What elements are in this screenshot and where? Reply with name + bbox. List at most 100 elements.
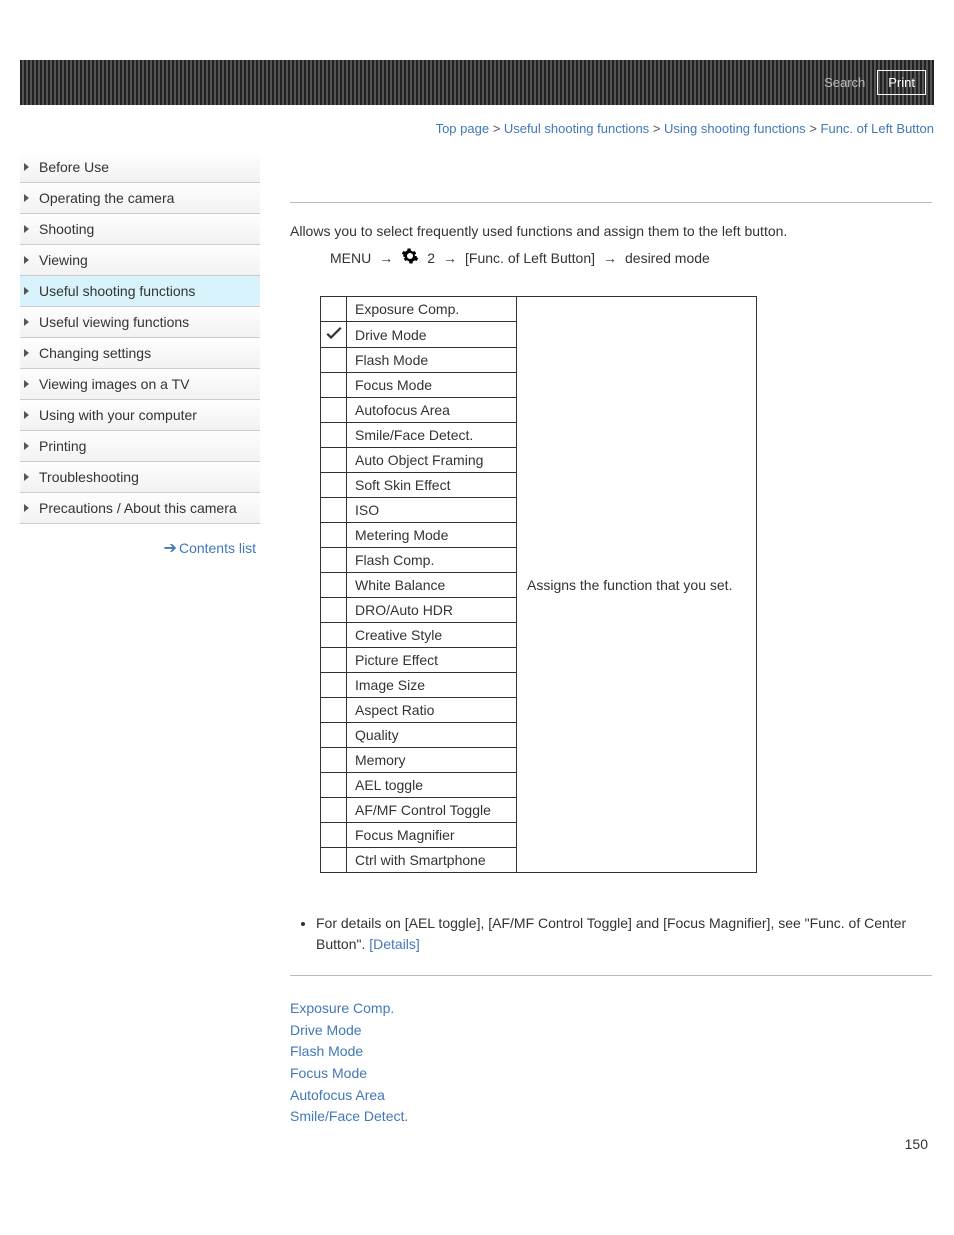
triangle-icon: [24, 287, 29, 295]
check-cell: [321, 648, 347, 673]
sidebar-item-label: Before Use: [39, 159, 109, 175]
sidebar-item-label: Changing settings: [39, 345, 151, 361]
note-item: For details on [AEL toggle], [AF/MF Cont…: [316, 913, 932, 955]
related-link[interactable]: Autofocus Area: [290, 1085, 932, 1107]
function-cell: Focus Magnifier: [347, 823, 517, 848]
sidebar-item-label: Printing: [39, 438, 86, 454]
page-number: 150: [290, 1136, 932, 1152]
menu-label: MENU: [330, 250, 371, 266]
function-cell: Memory: [347, 748, 517, 773]
check-cell: [321, 673, 347, 698]
breadcrumb-current[interactable]: Func. of Left Button: [821, 121, 934, 136]
sidebar: Before Use Operating the camera Shooting Vi…: [0, 146, 260, 1152]
check-cell: [321, 823, 347, 848]
sidebar-item[interactable]: Changing settings: [20, 338, 260, 369]
function-cell: ISO: [347, 498, 517, 523]
arrow-right-icon: ➔: [164, 540, 177, 557]
gear-page-num: 2: [427, 250, 435, 266]
check-cell: [321, 723, 347, 748]
check-cell: [321, 398, 347, 423]
breadcrumb-section[interactable]: Useful shooting functions: [504, 121, 649, 136]
sidebar-item[interactable]: Before Use: [20, 152, 260, 183]
function-cell: Ctrl with Smartphone: [347, 848, 517, 873]
sidebar-item-label: Operating the camera: [39, 190, 174, 206]
related-links: Exposure Comp.Drive ModeFlash ModeFocus …: [290, 998, 932, 1128]
divider: [290, 975, 932, 976]
contents-list-link[interactable]: Contents list: [179, 540, 256, 556]
breadcrumb-subsection[interactable]: Using shooting functions: [664, 121, 806, 136]
triangle-icon: [24, 256, 29, 264]
function-cell: Picture Effect: [347, 648, 517, 673]
print-button[interactable]: Print: [877, 70, 926, 95]
function-cell: Exposure Comp.: [347, 297, 517, 322]
related-link[interactable]: Smile/Face Detect.: [290, 1106, 932, 1128]
check-cell: [321, 423, 347, 448]
related-link[interactable]: Drive Mode: [290, 1020, 932, 1042]
arrow-icon: →: [379, 250, 393, 266]
sidebar-item[interactable]: Viewing images on a TV: [20, 369, 260, 400]
breadcrumb-top[interactable]: Top page: [436, 121, 490, 136]
check-cell: [321, 573, 347, 598]
table-row: Exposure Comp.Assigns the function that …: [321, 297, 757, 322]
check-cell: [321, 348, 347, 373]
triangle-icon: [24, 411, 29, 419]
function-cell: Metering Mode: [347, 523, 517, 548]
sidebar-item-label: Using with your computer: [39, 407, 197, 423]
check-cell: [321, 297, 347, 322]
sidebar-item[interactable]: Operating the camera: [20, 183, 260, 214]
mode-table: Exposure Comp.Assigns the function that …: [320, 296, 757, 873]
function-cell: Focus Mode: [347, 373, 517, 398]
triangle-icon: [24, 473, 29, 481]
related-link[interactable]: Exposure Comp.: [290, 998, 932, 1020]
triangle-icon: [24, 504, 29, 512]
search-link[interactable]: Search: [824, 75, 865, 90]
check-cell: [321, 498, 347, 523]
triangle-icon: [24, 349, 29, 357]
function-cell: AEL toggle: [347, 773, 517, 798]
related-link[interactable]: Focus Mode: [290, 1063, 932, 1085]
check-icon: [324, 324, 344, 342]
triangle-icon: [24, 225, 29, 233]
function-cell: Quality: [347, 723, 517, 748]
function-cell: Creative Style: [347, 623, 517, 648]
sidebar-item[interactable]: Useful shooting functions: [20, 276, 260, 307]
arrow-icon: →: [603, 250, 617, 266]
details-link[interactable]: [Details]: [369, 936, 420, 952]
related-link[interactable]: Flash Mode: [290, 1041, 932, 1063]
sidebar-item[interactable]: Shooting: [20, 214, 260, 245]
breadcrumb: Top page > Useful shooting functions > U…: [0, 121, 934, 136]
triangle-icon: [24, 380, 29, 388]
check-cell: [321, 623, 347, 648]
function-cell: Auto Object Framing: [347, 448, 517, 473]
sidebar-item[interactable]: Precautions / About this camera: [20, 493, 260, 524]
check-cell: [321, 773, 347, 798]
function-cell: Soft Skin Effect: [347, 473, 517, 498]
gear-icon: [401, 247, 419, 268]
sidebar-item[interactable]: Viewing: [20, 245, 260, 276]
check-cell: [321, 748, 347, 773]
menu-step2: desired mode: [625, 250, 710, 266]
triangle-icon: [24, 442, 29, 450]
function-cell: Flash Mode: [347, 348, 517, 373]
menu-step1: [Func. of Left Button]: [465, 250, 595, 266]
menu-path: MENU → 2 → [Func. of Left Button] → desi…: [330, 247, 932, 268]
function-cell: Autofocus Area: [347, 398, 517, 423]
function-cell: Smile/Face Detect.: [347, 423, 517, 448]
check-cell: [321, 322, 347, 348]
function-cell: Flash Comp.: [347, 548, 517, 573]
check-cell: [321, 548, 347, 573]
triangle-icon: [24, 194, 29, 202]
sidebar-item[interactable]: Using with your computer: [20, 400, 260, 431]
notes-list: For details on [AEL toggle], [AF/MF Cont…: [316, 913, 932, 955]
sidebar-item-label: Troubleshooting: [39, 469, 139, 485]
check-cell: [321, 598, 347, 623]
function-cell: AF/MF Control Toggle: [347, 798, 517, 823]
sidebar-item-label: Viewing images on a TV: [39, 376, 189, 392]
sidebar-item-label: Shooting: [39, 221, 94, 237]
header-bar: Search Print: [20, 60, 934, 105]
check-cell: [321, 448, 347, 473]
sidebar-item[interactable]: Printing: [20, 431, 260, 462]
sidebar-item-label: Useful shooting functions: [39, 283, 195, 299]
sidebar-item[interactable]: Troubleshooting: [20, 462, 260, 493]
sidebar-item[interactable]: Useful viewing functions: [20, 307, 260, 338]
